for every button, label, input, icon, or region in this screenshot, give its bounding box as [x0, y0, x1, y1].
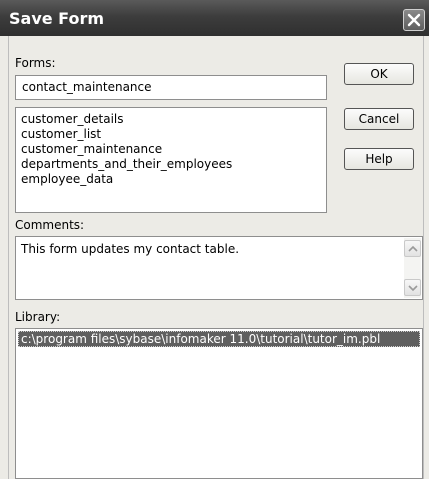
list-item[interactable]: employee_data	[21, 172, 113, 187]
library-item-selected[interactable]: c:\program files\sybase\infomaker 11.0\t…	[18, 331, 420, 347]
list-item[interactable]: departments_and_their_employees	[21, 157, 232, 172]
library-item-path: c:\program files\sybase\infomaker 11.0\t…	[21, 332, 381, 346]
save-form-dialog: Save Form Forms: contact_maintenance cus…	[0, 0, 429, 479]
help-button[interactable]: Help	[344, 148, 414, 170]
form-name-input[interactable]: contact_maintenance	[15, 75, 327, 100]
window-title: Save Form	[9, 9, 105, 28]
arrow-up-icon	[408, 245, 418, 252]
forms-list[interactable]: customer_details customer_list customer_…	[15, 107, 327, 213]
list-item[interactable]: customer_maintenance	[21, 142, 162, 157]
comments-textarea[interactable]: This form updates my contact table.	[15, 236, 423, 300]
dialog-body: Forms: contact_maintenance customer_deta…	[8, 36, 424, 479]
arrow-down-icon	[408, 285, 418, 292]
form-name-value: contact_maintenance	[22, 80, 152, 94]
close-icon	[407, 13, 421, 27]
title-bar[interactable]: Save Form	[0, 0, 429, 36]
ok-button[interactable]: OK	[344, 63, 414, 85]
comments-label: Comments:	[15, 218, 85, 232]
comments-text: This form updates my contact table.	[21, 242, 240, 256]
cancel-button[interactable]: Cancel	[344, 108, 414, 130]
comments-scrollbar[interactable]	[404, 238, 421, 298]
library-label: Library:	[15, 310, 61, 324]
library-list[interactable]: c:\program files\sybase\infomaker 11.0\t…	[15, 328, 423, 479]
list-item[interactable]: customer_details	[21, 112, 124, 127]
list-item[interactable]: customer_list	[21, 127, 101, 142]
scroll-up-button[interactable]	[404, 240, 421, 257]
scroll-down-button[interactable]	[404, 279, 421, 296]
forms-label: Forms:	[15, 56, 56, 70]
close-button[interactable]	[403, 9, 425, 31]
